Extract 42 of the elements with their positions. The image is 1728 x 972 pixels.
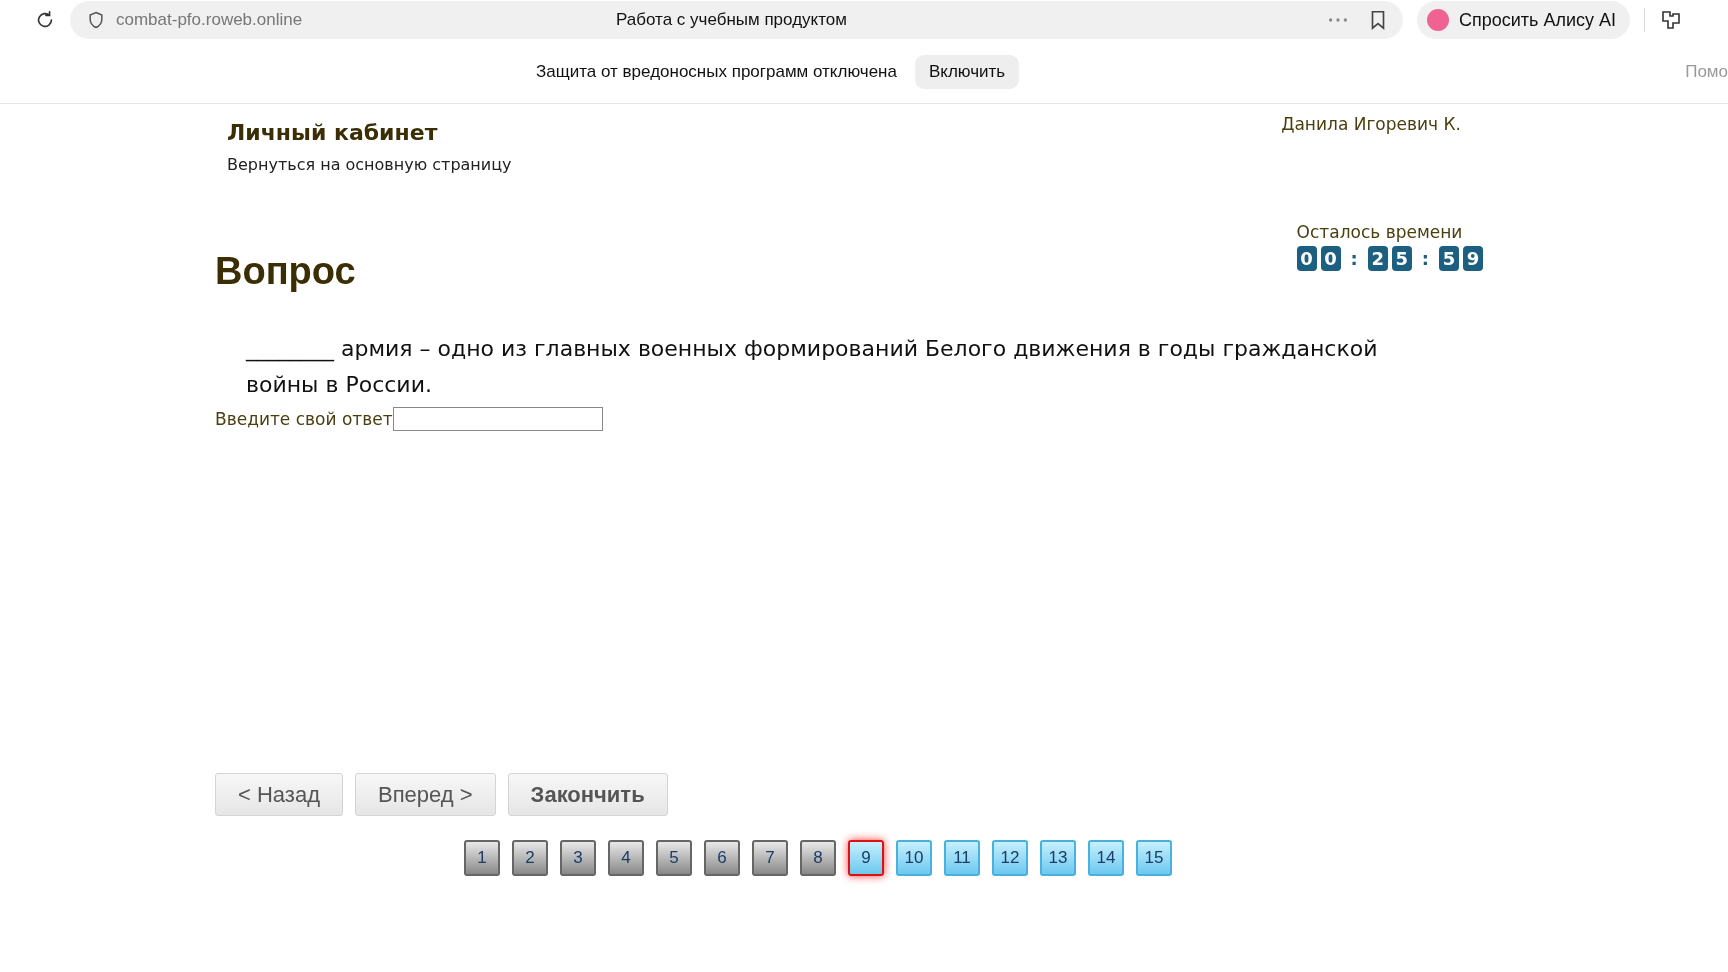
assistant-button[interactable]: Спросить Алису AI — [1417, 1, 1631, 39]
question-text: ________ армия – одно из главных военных формирований Белого движения в годы гражданской войны в России. — [246, 335, 1379, 399]
timer-label: Осталось времени — [1296, 222, 1464, 242]
question-number-button[interactable]: 2 — [512, 840, 548, 876]
security-message: Защита от вредоносных программ отключена — [536, 61, 897, 82]
question-number-button[interactable]: 3 — [560, 840, 596, 876]
timer-digit: 5 — [1391, 246, 1412, 271]
question-number-button[interactable]: 11 — [944, 840, 980, 876]
enable-button[interactable]: Включить — [914, 54, 1020, 89]
question-number-button[interactable]: 10 — [896, 840, 932, 876]
nav-button[interactable]: Закончить — [507, 773, 668, 816]
answer-label: Введите свой ответ — [215, 409, 393, 429]
timer-digit: 9 — [1463, 246, 1483, 271]
question-number-button[interactable]: 6 — [704, 840, 740, 876]
question-number-button[interactable]: 8 — [800, 840, 836, 876]
page-title: Работа с учебным продуктом — [616, 10, 848, 30]
address-bar[interactable]: combat-pfo.roweb.online Работа с учебным продуктом — [70, 1, 1403, 39]
question-number-button[interactable]: 14 — [1088, 840, 1124, 876]
timer-digit: 0 — [1296, 246, 1317, 271]
url-text: combat-pfo.roweb.online — [116, 10, 304, 30]
question-number-button[interactable]: 5 — [656, 840, 692, 876]
timer-separator: : — [1421, 248, 1429, 269]
timer-separator: : — [1350, 248, 1358, 269]
question-heading: Вопрос — [215, 250, 356, 293]
back-link[interactable]: Вернуться на основную страницу — [227, 155, 512, 174]
question-number-button[interactable]: 12 — [992, 840, 1028, 876]
question-number-button[interactable]: 15 — [1136, 840, 1172, 876]
timer-digit: 2 — [1367, 246, 1388, 271]
timer-digit: 0 — [1320, 246, 1341, 271]
question-number-button[interactable]: 4 — [608, 840, 644, 876]
cabinet-title: Личный кабинет — [227, 120, 439, 145]
nav-button[interactable]: < Назад — [215, 773, 343, 816]
shield-icon — [86, 10, 106, 30]
timer-digit: 5 — [1439, 246, 1459, 271]
nav-button[interactable]: Вперед > — [355, 773, 496, 816]
question-number-button[interactable]: 1 — [464, 840, 500, 876]
answer-field[interactable] — [392, 407, 603, 431]
more-icon[interactable] — [1327, 16, 1349, 24]
question-number-button[interactable]: 13 — [1040, 840, 1076, 876]
question-number-button[interactable]: 7 — [752, 840, 788, 876]
question-number-button[interactable]: 9 — [848, 840, 884, 876]
user-name: Данила Игоревич К. — [1281, 114, 1462, 136]
